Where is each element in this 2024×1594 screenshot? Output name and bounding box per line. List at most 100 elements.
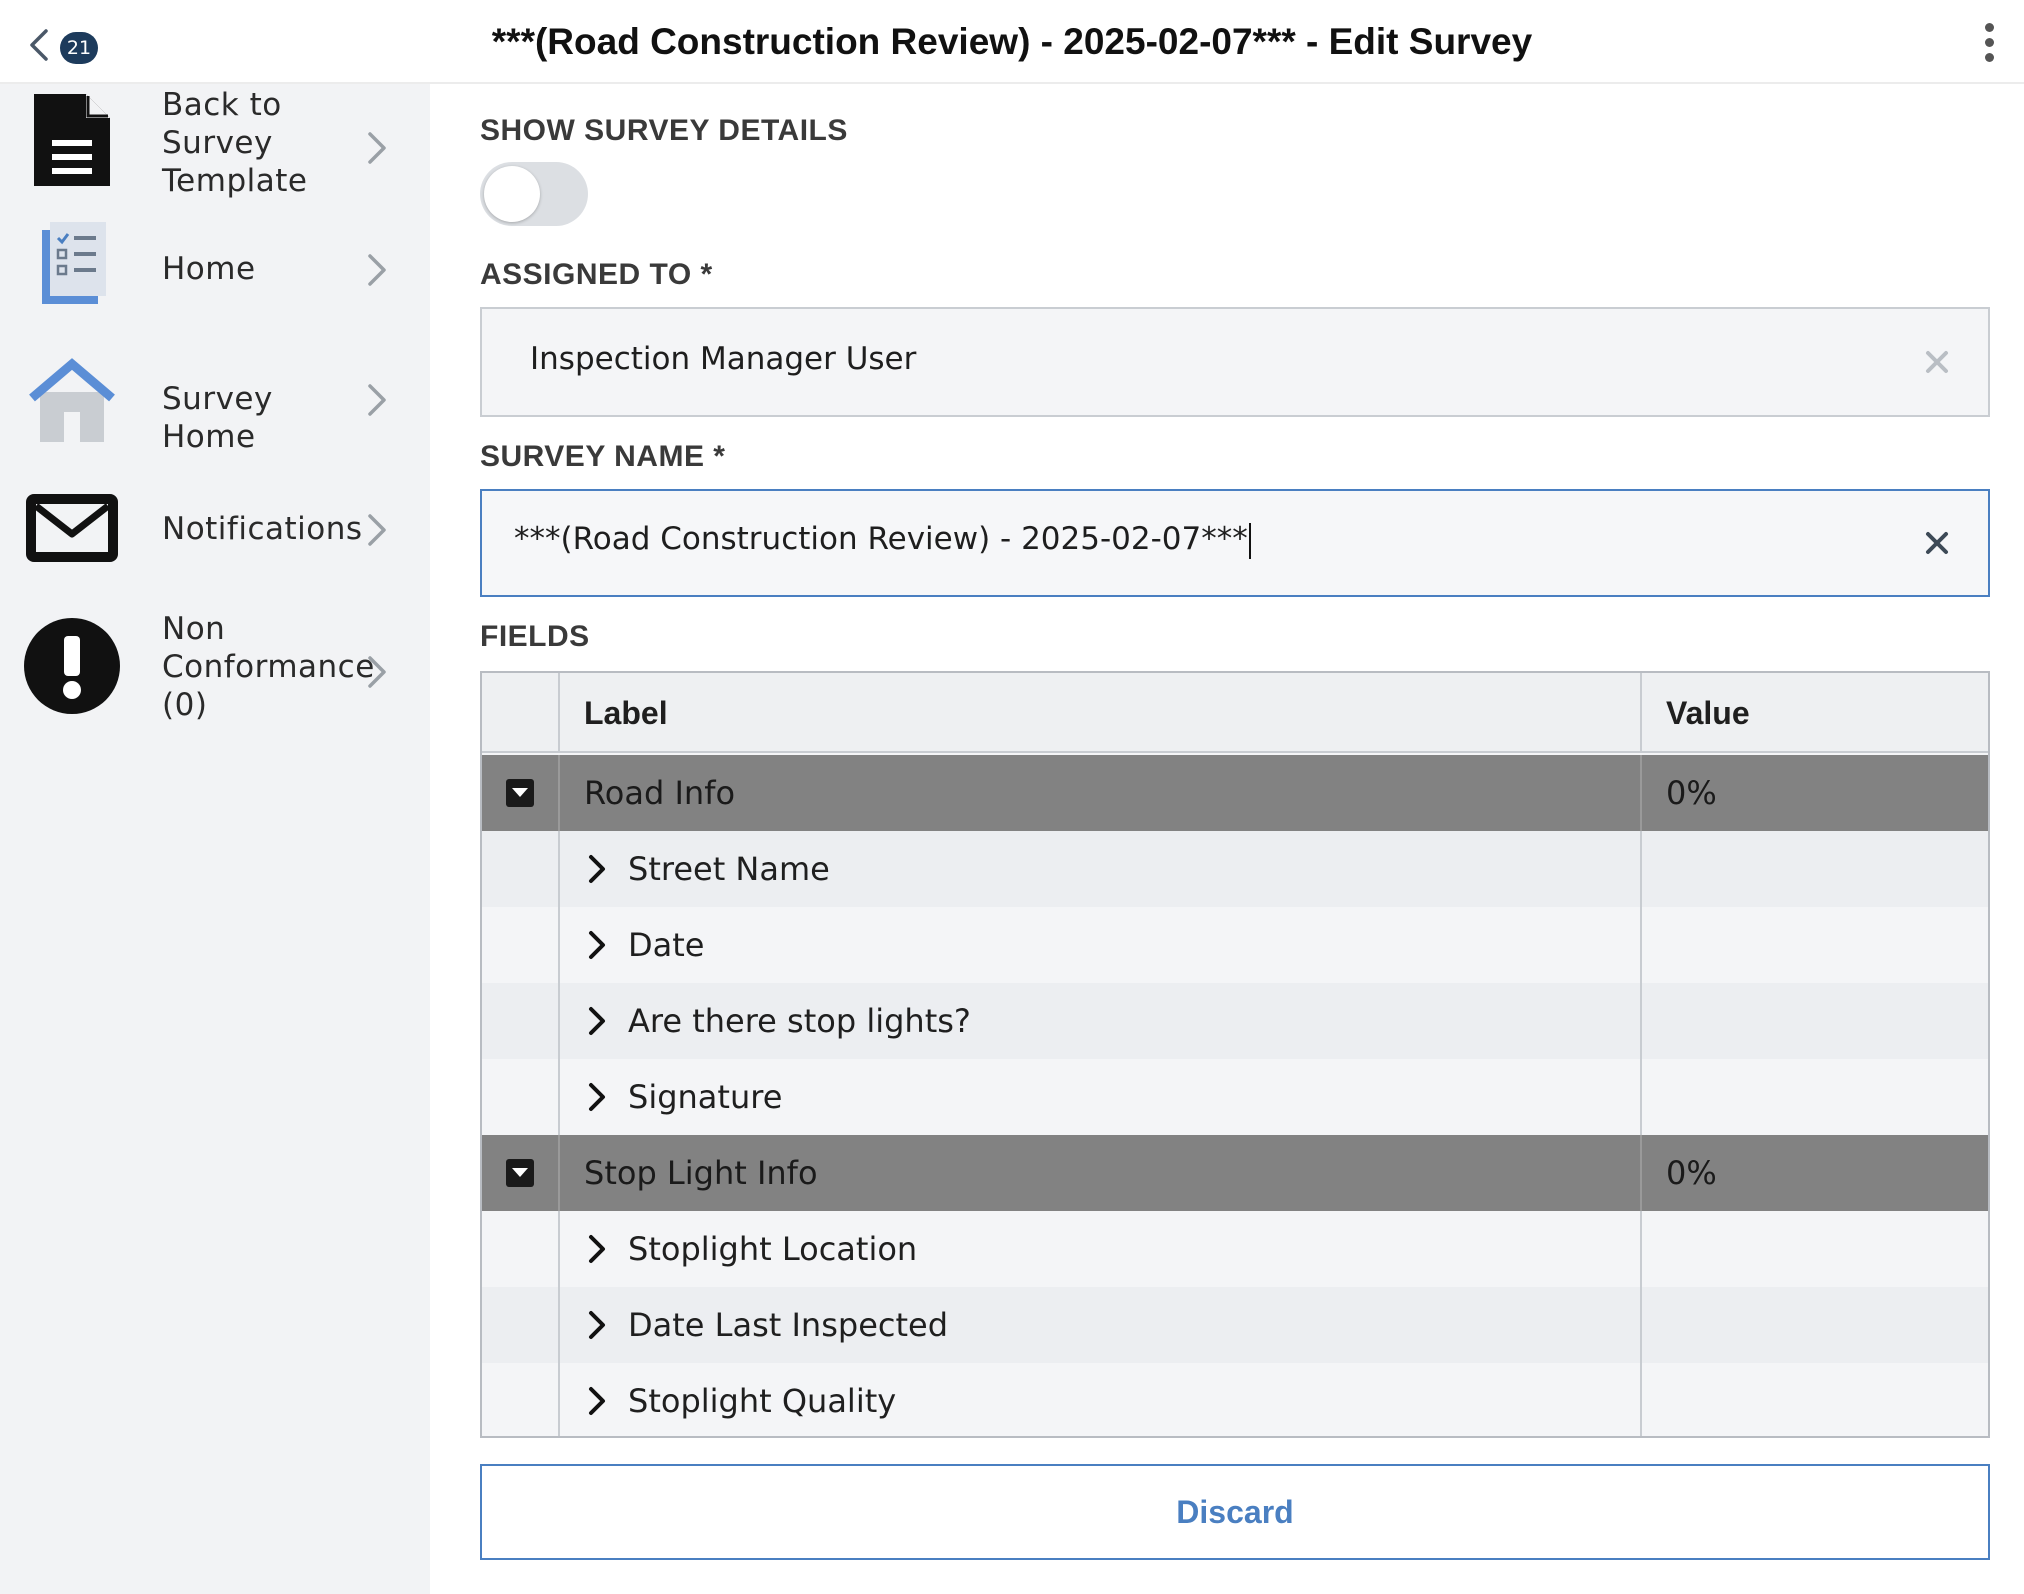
document-icon — [34, 94, 110, 186]
toggle-knob — [484, 166, 540, 222]
group-row-road-info[interactable]: Road Info 0% — [482, 755, 1988, 831]
table-header-cell — [482, 673, 560, 751]
collapse-group-button[interactable] — [506, 779, 534, 807]
checklist-icon — [42, 222, 106, 304]
table-row[interactable]: Stoplight Quality — [482, 1363, 1988, 1436]
chevron-left-icon — [30, 29, 48, 61]
field-value-cell — [1642, 983, 1988, 1059]
sidebar-item-survey-home[interactable]: Survey Home — [0, 346, 430, 476]
table-cell — [482, 1059, 560, 1135]
field-value-cell — [1642, 1363, 1988, 1436]
label-column-header: Label — [584, 695, 668, 731]
table-cell: Signature — [560, 1059, 1642, 1135]
sidebar-item-home[interactable]: Home — [0, 216, 430, 346]
table-cell: Are there stop lights? — [560, 983, 1642, 1059]
table-cell — [482, 755, 560, 831]
field-value-cell — [1642, 1287, 1988, 1363]
sidebar-item-label: Notifications — [162, 511, 363, 547]
group-row-stop-light-info[interactable]: Stop Light Info 0% — [482, 1135, 1988, 1211]
caret-down-icon — [512, 1168, 528, 1177]
field-label: Signature — [628, 1078, 783, 1116]
value-column-header: Value — [1666, 695, 1750, 731]
fields-table: Label Value Road Info 0% Street Name Dat… — [480, 671, 1990, 1438]
table-cell: 0% — [1642, 1135, 1988, 1211]
table-cell: Date — [560, 907, 1642, 983]
table-row[interactable]: Signature — [482, 1059, 1988, 1135]
field-label: Street Name — [628, 850, 830, 888]
survey-name-input[interactable]: ***(Road Construction Review) - 2025-02-… — [480, 489, 1990, 597]
sidebar-item-label: Back to Survey Template — [162, 87, 308, 199]
chevron-right-icon — [368, 132, 386, 164]
assigned-to-field[interactable]: Inspection Manager User — [480, 307, 1990, 417]
main-content: SHOW SURVEY DETAILS ASSIGNED TO * Inspec… — [430, 84, 2024, 1594]
kebab-dot-icon — [1984, 23, 1994, 32]
field-value-cell — [1642, 1059, 1988, 1135]
kebab-dot-icon — [1984, 38, 1994, 47]
chevron-right-icon — [368, 254, 386, 286]
discard-button[interactable]: Discard — [480, 1464, 1990, 1560]
field-value-cell — [1642, 1211, 1988, 1287]
show-survey-details-toggle[interactable] — [480, 162, 588, 226]
table-cell — [482, 1287, 560, 1363]
assigned-to-value: Inspection Manager User — [530, 341, 917, 377]
chevron-right-icon — [589, 1235, 605, 1263]
caret-down-icon — [512, 788, 528, 797]
chevron-right-icon — [368, 656, 386, 688]
table-cell: Street Name — [560, 831, 1642, 907]
table-header-row: Label Value — [482, 673, 1988, 753]
sidebar-item-notifications[interactable]: Notifications — [0, 476, 430, 606]
assigned-to-label: ASSIGNED TO * — [480, 258, 713, 291]
table-row[interactable]: Stoplight Location — [482, 1211, 1988, 1287]
table-cell: Stop Light Info — [560, 1135, 1642, 1211]
more-options-button[interactable] — [1974, 20, 2004, 66]
envelope-icon — [26, 494, 118, 562]
kebab-dot-icon — [1984, 53, 1994, 62]
table-cell — [482, 907, 560, 983]
table-row[interactable]: Are there stop lights? — [482, 983, 1988, 1059]
group-label: Stop Light Info — [584, 1154, 818, 1192]
table-cell: 0% — [1642, 755, 1988, 831]
back-button[interactable]: 21 — [22, 22, 98, 64]
chevron-right-icon — [589, 1311, 605, 1339]
table-header-cell: Label — [560, 673, 1642, 751]
show-survey-details-label: SHOW SURVEY DETAILS — [480, 114, 848, 147]
table-header-cell: Value — [1642, 673, 1988, 751]
table-cell — [482, 983, 560, 1059]
table-cell — [482, 1135, 560, 1211]
chevron-right-icon — [368, 514, 386, 546]
group-value: 0% — [1666, 1154, 1717, 1192]
table-cell — [482, 831, 560, 907]
group-label: Road Info — [584, 774, 736, 812]
chevron-right-icon — [589, 1083, 605, 1111]
table-row[interactable]: Date Last Inspected — [482, 1287, 1988, 1363]
field-value-cell — [1642, 907, 1988, 983]
table-row[interactable]: Date — [482, 907, 1988, 983]
table-row[interactable]: Street Name — [482, 831, 1988, 907]
field-label: Date — [628, 926, 705, 964]
notification-count-badge: 21 — [60, 32, 98, 64]
group-value: 0% — [1666, 774, 1717, 812]
chevron-right-icon — [589, 1007, 605, 1035]
text-caret — [1248, 522, 1251, 559]
field-label: Are there stop lights? — [628, 1002, 971, 1040]
chevron-right-icon — [589, 1387, 605, 1415]
sidebar-item-non-conformance[interactable]: Non Conformance (0) — [0, 608, 430, 738]
field-value-cell — [1642, 831, 1988, 907]
field-label: Date Last Inspected — [628, 1306, 949, 1344]
sidebar-item-label: Home — [162, 251, 256, 287]
exclamation-icon — [24, 618, 120, 714]
table-cell: Road Info — [560, 755, 1642, 831]
table-cell — [482, 1363, 560, 1436]
field-label: Stoplight Location — [628, 1230, 918, 1268]
clear-assigned-to-icon[interactable] — [1924, 349, 1950, 375]
sidebar: Back to Survey Template Home Survey Home… — [0, 84, 430, 1594]
clear-survey-name-icon[interactable] — [1924, 530, 1950, 556]
chevron-right-icon — [368, 384, 386, 416]
sidebar-item-label: Survey Home — [162, 381, 273, 455]
chevron-right-icon — [589, 855, 605, 883]
sidebar-item-back-to-survey-template[interactable]: Back to Survey Template — [0, 84, 430, 214]
app-header: 21 ***(Road Construction Review) - 2025-… — [0, 0, 2024, 84]
page-title: ***(Road Construction Review) - 2025-02-… — [491, 21, 1533, 62]
collapse-group-button[interactable] — [506, 1159, 534, 1187]
fields-label: FIELDS — [480, 620, 590, 653]
